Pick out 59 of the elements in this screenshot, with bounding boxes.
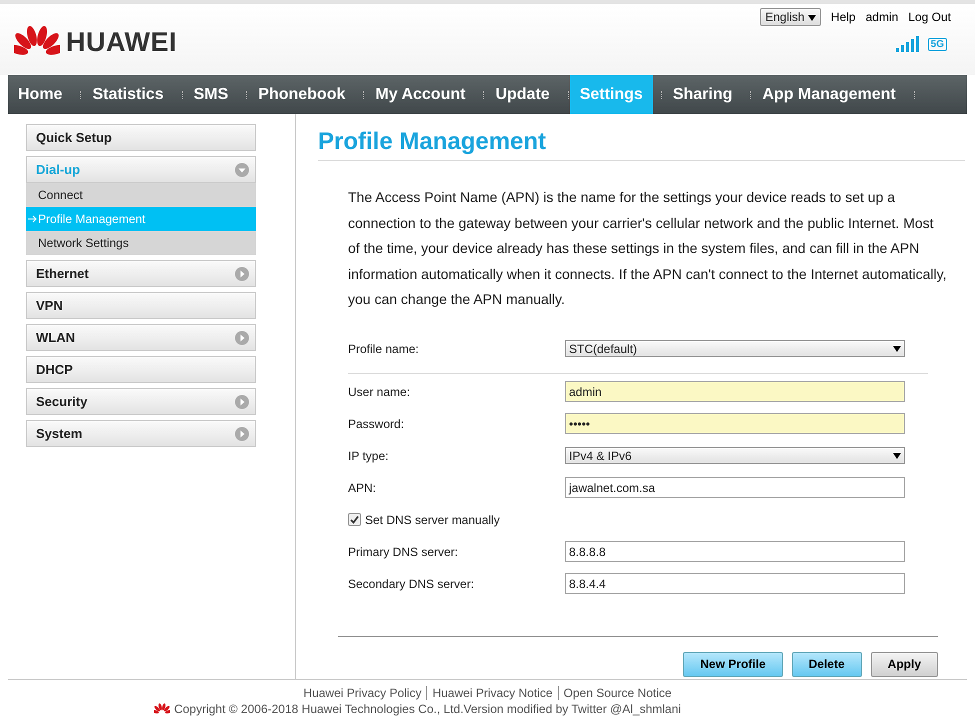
sidebar-item[interactable]: System — [26, 420, 256, 447]
brand-name: HUAWEI — [66, 26, 177, 58]
sidebar-item[interactable]: Quick Setup — [26, 124, 256, 151]
arrow-icon — [28, 215, 38, 223]
copyright: Copyright © 2006-2018 Huawei Technologies Co., Ltd.Version modified by Twitter @Al_shmlani — [174, 702, 681, 716]
dropdown[interactable]: STC(default) — [565, 340, 905, 357]
caret-icon — [893, 346, 901, 352]
expand-icon[interactable] — [235, 266, 249, 280]
sidebar-item[interactable]: WLAN — [26, 324, 256, 351]
signal-icon — [896, 36, 920, 52]
description: The Access Point Name (APN) is the name for the settings your device reads to set up a connection to the gateway between your carrier's cellular network and the public Internet. Most of the time, your device already has these settings in the system files, and can fill in the APN information automatically when it connects. If the APN can't connect to the Internet automatically, you can change the APN manually. — [348, 188, 947, 309]
nav-tab[interactable]: Update — [485, 75, 560, 114]
action-button[interactable]: Delete — [792, 652, 862, 676]
input-field[interactable]: 8.8.4.4 — [565, 573, 905, 594]
sidebar-item[interactable]: Security — [26, 388, 256, 415]
expand-icon[interactable] — [235, 330, 249, 344]
caret-icon — [808, 15, 816, 21]
nav-tab[interactable]: Statistics — [82, 75, 174, 114]
nav-tab[interactable]: Sharing — [662, 75, 742, 114]
checkbox-label: Set DNS server manually — [365, 512, 500, 526]
footer-link[interactable]: Open Source Notice — [558, 686, 677, 700]
sidebar-item[interactable]: Ethernet — [26, 260, 256, 287]
action-button[interactable]: New Profile — [683, 652, 783, 676]
field-label: Password: — [348, 416, 406, 430]
submenu-item[interactable]: Connect — [26, 183, 256, 207]
top-link[interactable]: Log Out — [908, 10, 951, 24]
password-field[interactable]: ••••• — [565, 413, 905, 434]
input-field[interactable]: jawalnet.com.sa — [565, 477, 905, 498]
logo-icon — [154, 702, 170, 716]
input-field[interactable]: admin — [565, 381, 905, 402]
footer-link[interactable]: Huawei Privacy Policy — [298, 686, 426, 700]
input-field[interactable]: 8.8.8.8 — [565, 541, 905, 562]
language-dropdown[interactable]: English — [760, 8, 821, 26]
collapse-icon[interactable] — [235, 162, 249, 176]
footer-link[interactable]: Huawei Privacy Notice — [426, 686, 558, 700]
expand-icon[interactable] — [235, 426, 249, 440]
nav-tab[interactable]: App Management — [752, 75, 906, 114]
field-label: User name: — [348, 384, 412, 398]
page-title: Profile Management — [318, 128, 965, 161]
caret-icon — [893, 452, 901, 458]
field-label: APN: — [348, 480, 378, 494]
submenu-item[interactable]: Network Settings — [26, 231, 256, 255]
network-badge: 5G — [928, 38, 947, 50]
checkbox[interactable] — [348, 513, 361, 526]
field-label: Secondary DNS server: — [348, 576, 476, 590]
dropdown[interactable]: IPv4 & IPv6 — [565, 447, 905, 464]
expand-icon[interactable] — [235, 394, 249, 408]
nav-tab[interactable]: Home — [8, 75, 72, 114]
field-label: IP type: — [348, 448, 390, 462]
top-link[interactable]: Help — [830, 10, 856, 24]
field-label: Profile name: — [348, 342, 420, 356]
sidebar-item[interactable]: VPN — [26, 292, 256, 319]
nav-tab[interactable]: Phonebook — [248, 75, 356, 114]
nav-tab[interactable]: My Account — [365, 75, 476, 114]
nav-tab[interactable]: SMS — [184, 75, 238, 114]
apply-button[interactable]: Apply — [870, 652, 938, 676]
top-link[interactable]: admin — [866, 10, 898, 24]
sidebar-item[interactable]: DHCP — [26, 356, 256, 383]
field-label: Primary DNS server: — [348, 544, 460, 558]
